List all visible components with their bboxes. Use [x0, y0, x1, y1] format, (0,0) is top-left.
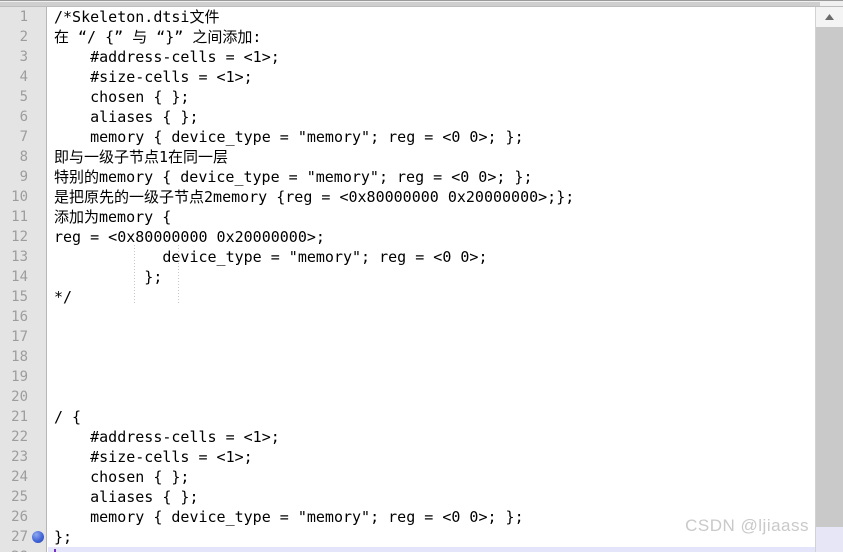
code-line[interactable]: / { [48, 407, 815, 427]
line-number[interactable]: 15 [0, 287, 46, 307]
code-line[interactable]: 特别的memory { device_type = "memory"; reg … [48, 167, 815, 187]
code-line-current[interactable] [48, 547, 815, 552]
indent-guide-1 [134, 245, 135, 305]
code-line[interactable]: #size-cells = <1>; [48, 447, 815, 467]
line-number[interactable]: 22 [0, 427, 46, 447]
line-number[interactable]: 26 [0, 507, 46, 527]
code-line[interactable]: aliases { }; [48, 107, 815, 127]
code-line[interactable]: 即与一级子节点1在同一层 [48, 147, 815, 167]
line-number[interactable]: 16 [0, 307, 46, 327]
line-number[interactable]: 8 [0, 147, 46, 167]
line-number[interactable]: 18 [0, 347, 46, 367]
line-number[interactable]: 6 [0, 107, 46, 127]
code-line[interactable] [48, 347, 815, 367]
code-line[interactable]: }; [48, 267, 815, 287]
line-number[interactable]: 24 [0, 467, 46, 487]
line-number[interactable]: 4 [0, 67, 46, 87]
line-number[interactable]: 3 [0, 47, 46, 67]
code-line[interactable] [48, 387, 815, 407]
code-line[interactable]: #size-cells = <1>; [48, 67, 815, 87]
code-text-area[interactable]: /*Skeleton.dtsi文件在 “/ {” 与 “}” 之间添加: #ad… [48, 7, 815, 552]
horizontal-scrollbar-thumb[interactable] [0, 2, 820, 6]
code-line[interactable]: }; [48, 527, 815, 547]
line-number[interactable]: 17 [0, 327, 46, 347]
code-line[interactable]: 在 “/ {” 与 “}” 之间添加: [48, 27, 815, 47]
line-number[interactable]: 13 [0, 247, 46, 267]
vertical-scrollbar-bottom-pad [816, 527, 843, 552]
vertical-scrollbar[interactable] [815, 7, 843, 552]
line-number[interactable]: 1 [0, 7, 46, 27]
scroll-up-button[interactable] [816, 7, 843, 27]
scroll-up-arrow-icon [824, 13, 835, 22]
line-number[interactable]: 7 [0, 127, 46, 147]
line-number[interactable]: 11 [0, 207, 46, 227]
line-number[interactable]: 9 [0, 167, 46, 187]
line-number-gutter[interactable]: 1 2 3 4 5 6 7 8 9 10 11 12 13 14 15 16 17 18 19 20 21 22 23 24 2… [0, 7, 47, 552]
code-line[interactable] [48, 327, 815, 347]
line-number[interactable]: 25 [0, 487, 46, 507]
vertical-scrollbar-track[interactable] [816, 27, 843, 527]
code-line[interactable] [48, 307, 815, 327]
line-number[interactable]: 20 [0, 387, 46, 407]
code-line[interactable]: /*Skeleton.dtsi文件 [48, 7, 815, 27]
code-line[interactable]: memory { device_type = "memory"; reg = <… [48, 127, 815, 147]
code-line[interactable]: #address-cells = <1>; [48, 47, 815, 67]
line-number[interactable]: 27 [0, 527, 46, 547]
code-line[interactable]: chosen { }; [48, 467, 815, 487]
code-line[interactable]: reg = <0x80000000 0x20000000>; [48, 227, 815, 247]
line-number[interactable]: 10 [0, 187, 46, 207]
line-number[interactable]: 12 [0, 227, 46, 247]
line-number[interactable]: 14 [0, 267, 46, 287]
line-number[interactable]: 19 [0, 367, 46, 387]
line-number[interactable]: 21 [0, 407, 46, 427]
code-line[interactable]: chosen { }; [48, 87, 815, 107]
code-line[interactable]: device_type = "memory"; reg = <0 0>; [48, 247, 815, 267]
code-line[interactable]: 是把原先的一级子节点2memory {reg = <0x80000000 0x2… [48, 187, 815, 207]
code-line[interactable]: 添加为memory { [48, 207, 815, 227]
line-number[interactable]: 28 [0, 547, 46, 552]
code-line[interactable]: memory { device_type = "memory"; reg = <… [48, 507, 815, 527]
horizontal-scrollbar[interactable] [0, 0, 843, 7]
code-line[interactable] [48, 367, 815, 387]
line-number[interactable]: 2 [0, 27, 46, 47]
bookmark-icon[interactable] [32, 531, 44, 543]
code-editor-window: 1 2 3 4 5 6 7 8 9 10 11 12 13 14 15 16 17 18 19 20 21 22 23 24 2… [0, 0, 843, 552]
code-line[interactable]: #address-cells = <1>; [48, 427, 815, 447]
code-line[interactable]: */ [48, 287, 815, 307]
line-number[interactable]: 23 [0, 447, 46, 467]
indent-guide-2 [178, 245, 179, 305]
line-number[interactable]: 5 [0, 87, 46, 107]
code-line[interactable]: aliases { }; [48, 487, 815, 507]
